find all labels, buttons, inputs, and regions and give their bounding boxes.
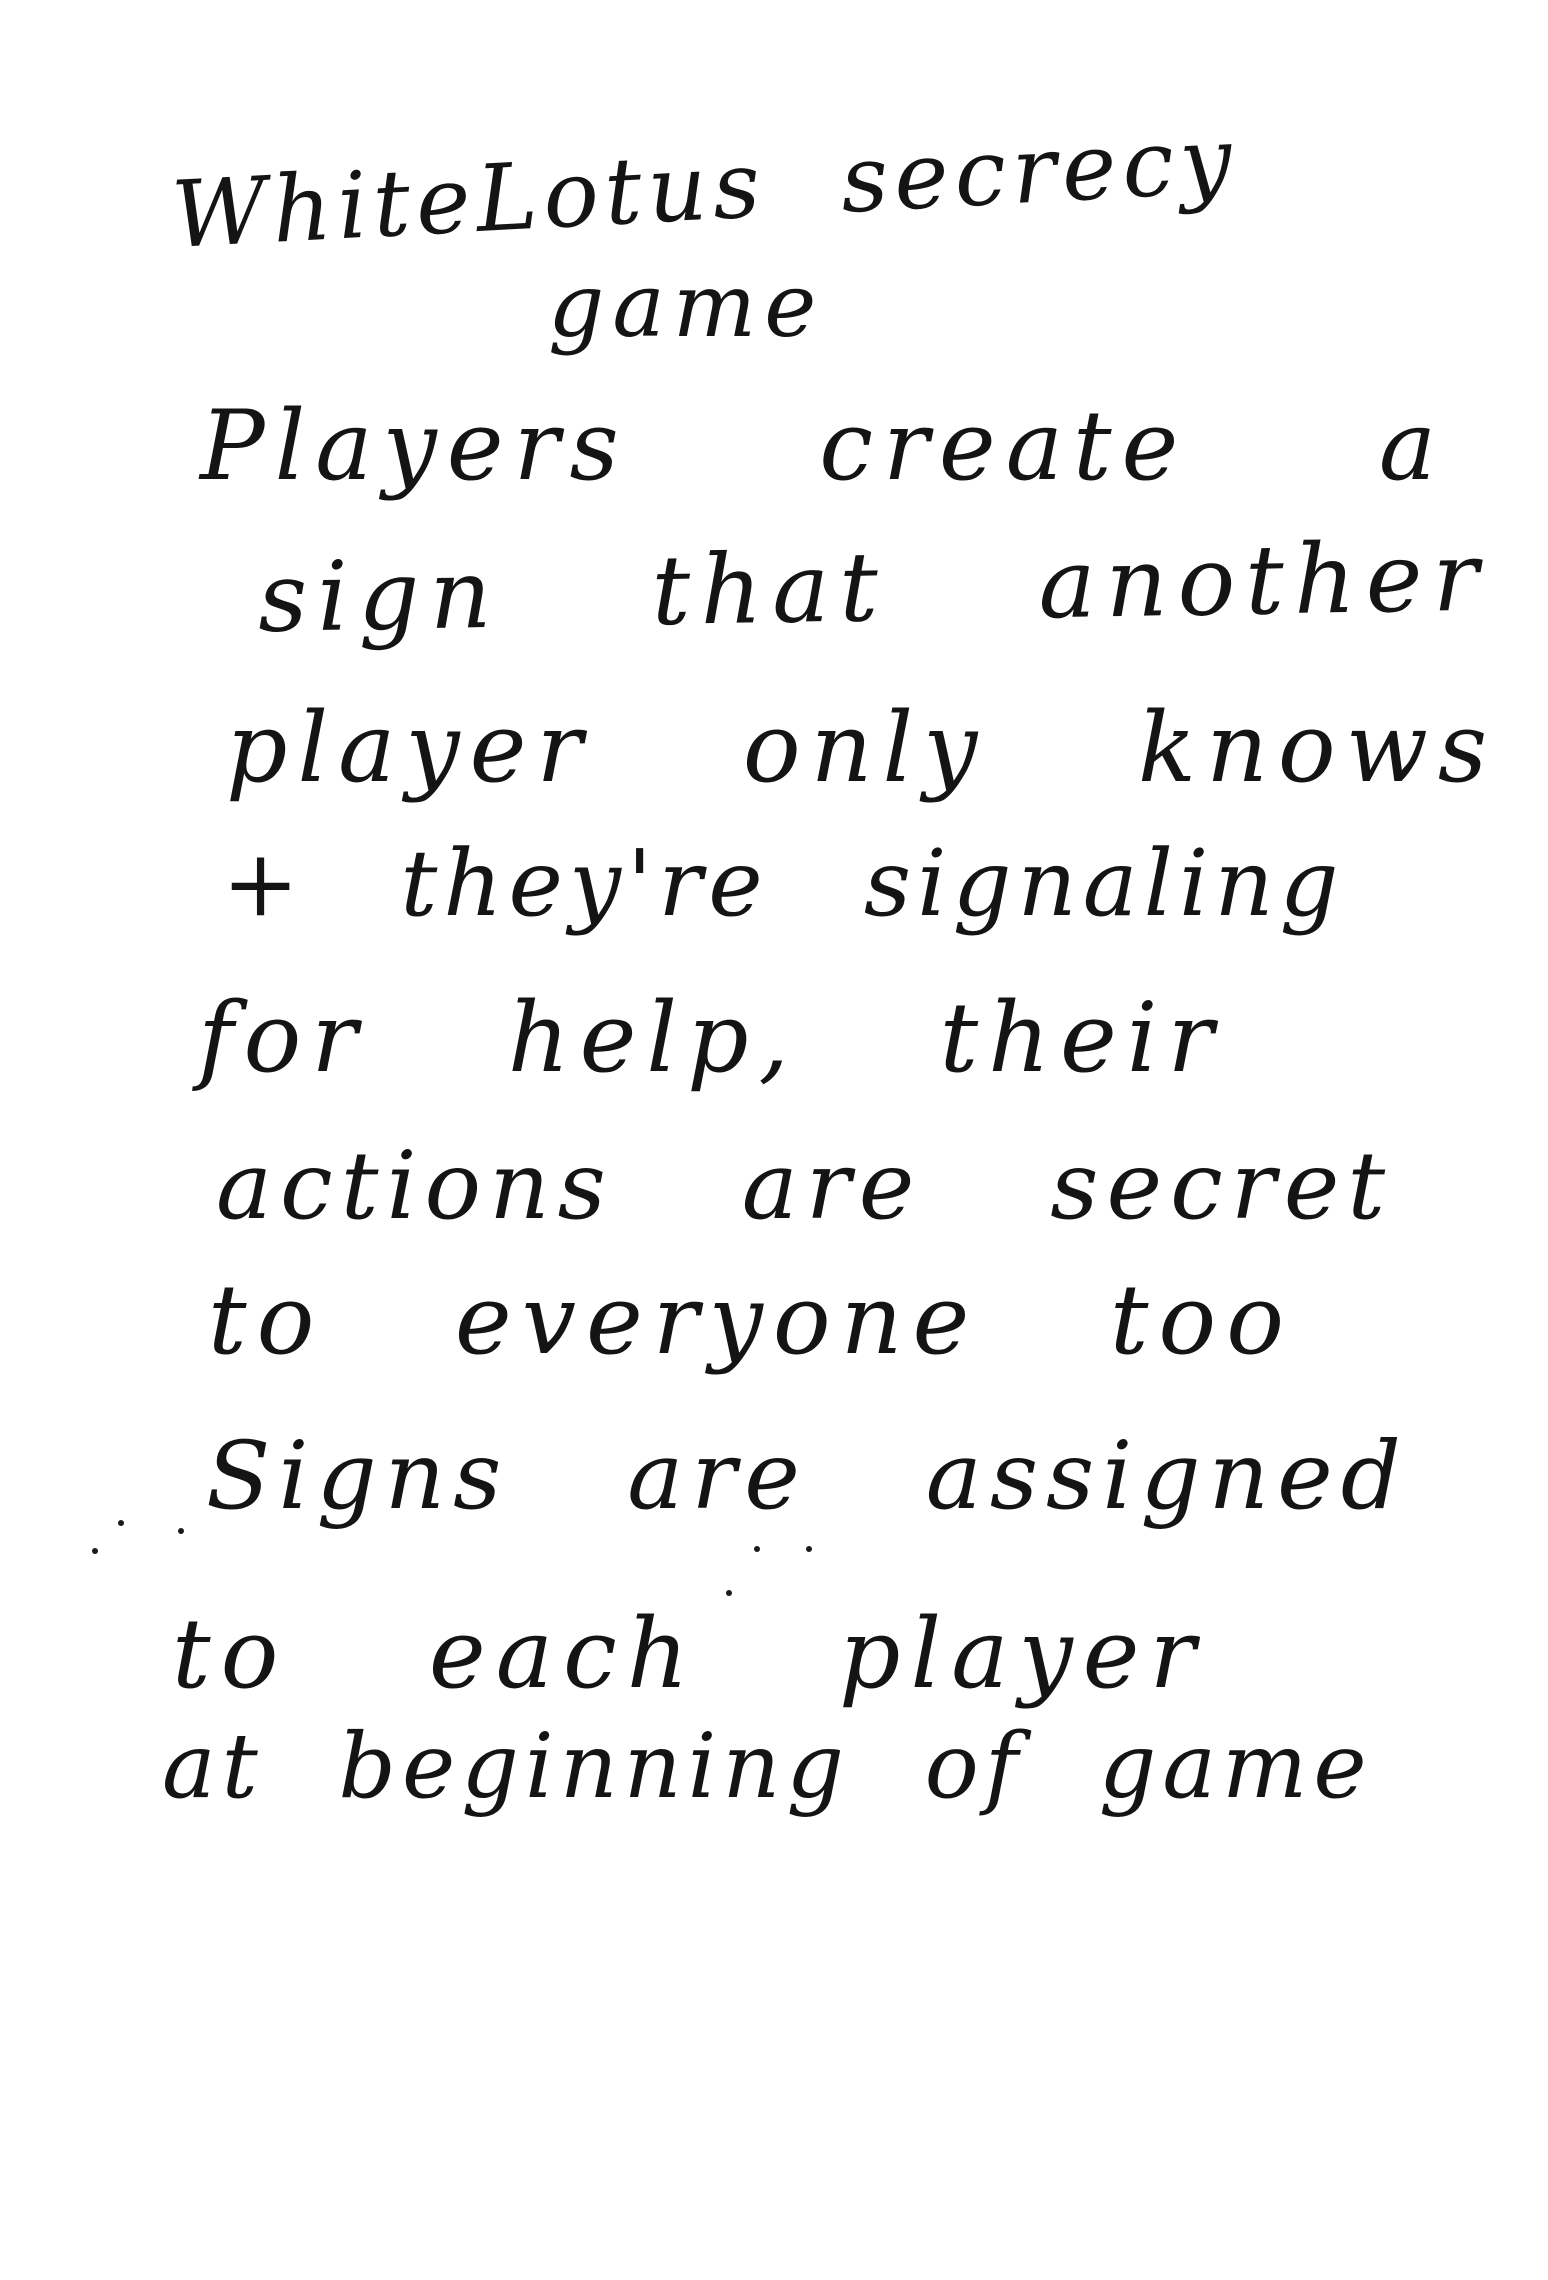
body-line-1: Players create a (200, 390, 1447, 502)
body-line-9: to each player (172, 1598, 1206, 1710)
ink-speck (806, 1546, 812, 1552)
body-line-3: player only knows (226, 692, 1498, 804)
body-line-4: + they're signaling (222, 830, 1345, 937)
ink-speck (754, 1546, 760, 1552)
ink-speck (118, 1520, 124, 1526)
title-line-2: game (548, 254, 825, 357)
ink-speck (726, 1590, 732, 1596)
body-line-6: actions are secret (216, 1132, 1394, 1241)
body-line-2: sign that another (257, 520, 1490, 654)
handwritten-page: WhiteLotus secrecy game Players create a… (0, 0, 1548, 2280)
title-line-1: WhiteLotus secrecy (169, 106, 1241, 269)
body-line-8: Signs are assigned (206, 1422, 1409, 1531)
ink-speck (178, 1528, 184, 1534)
body-line-7: to everyone too (208, 1264, 1294, 1376)
body-line-5: for help, their (198, 982, 1224, 1094)
body-line-10: at beginning of game (162, 1714, 1373, 1819)
ink-speck (92, 1548, 98, 1554)
